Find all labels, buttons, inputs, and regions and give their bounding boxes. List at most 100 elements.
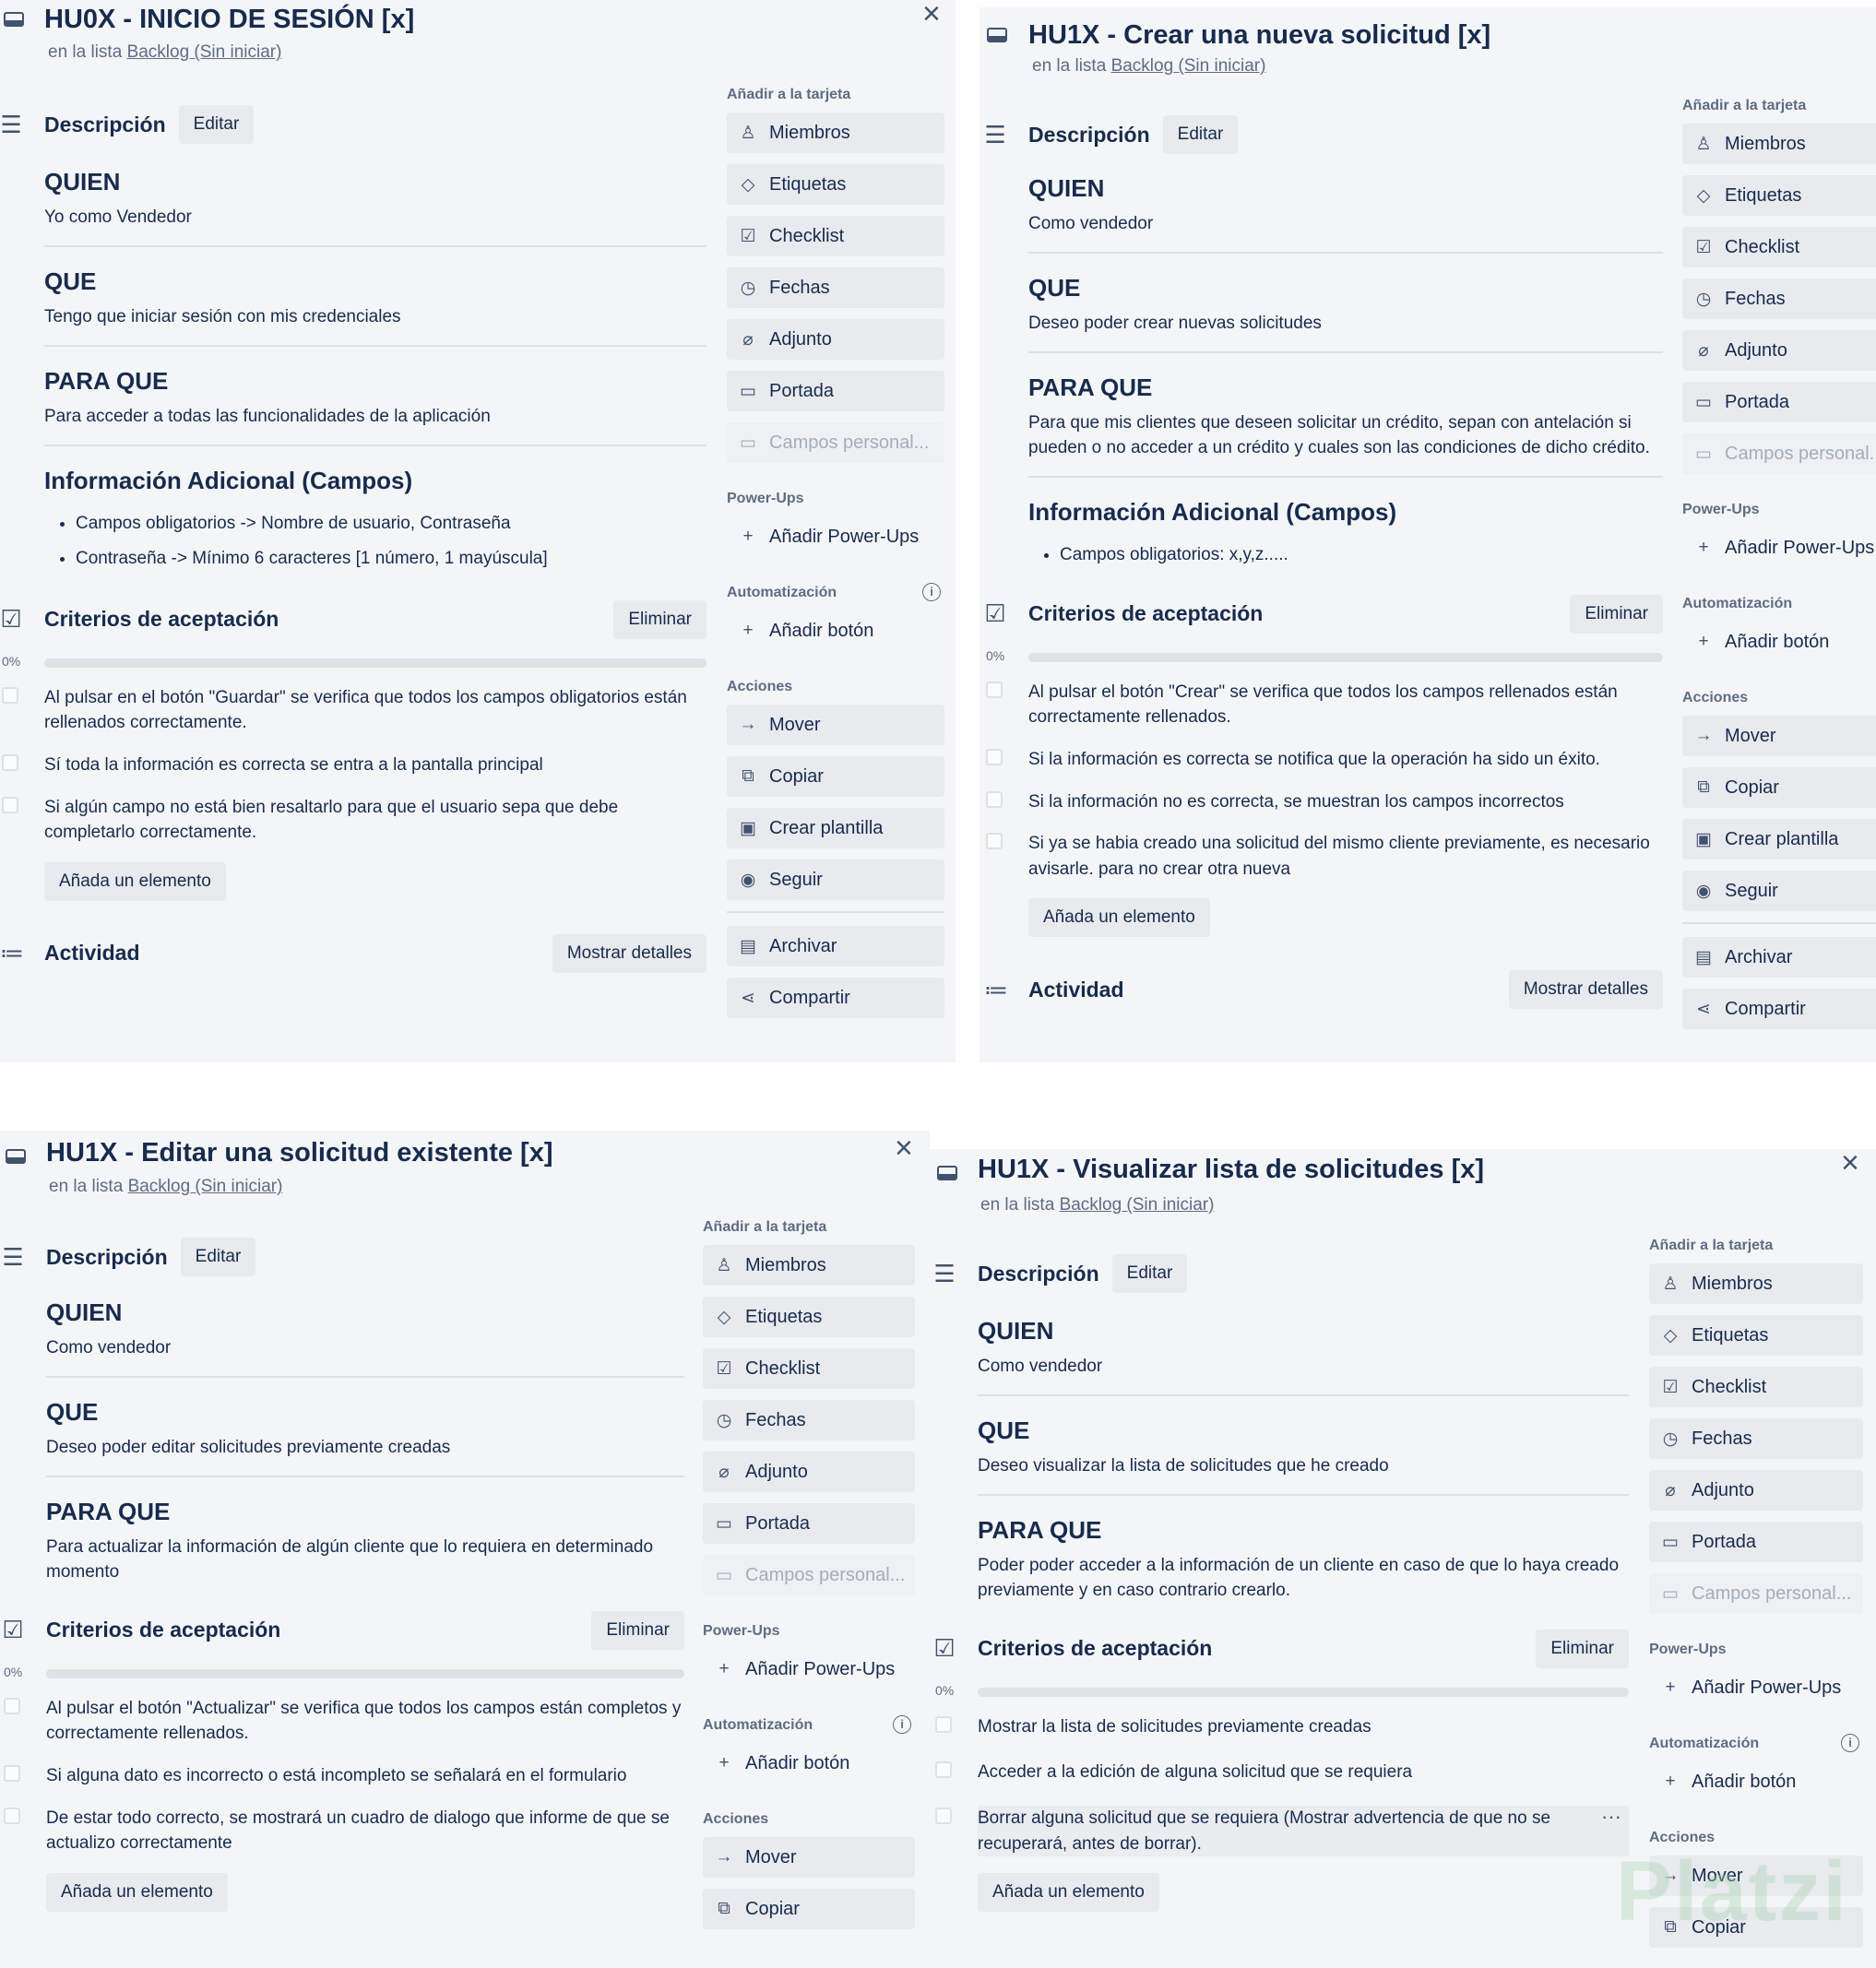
- custom-fields-button[interactable]: ▭ Campos personal...: [703, 1555, 915, 1595]
- card-title[interactable]: HU1X - Editar una solicitud existente [x…: [46, 1138, 553, 1168]
- show-details-button[interactable]: Mostrar detalles: [552, 933, 706, 973]
- copy-button[interactable]: ⧉ Copiar: [727, 756, 944, 797]
- checkbox[interactable]: [4, 1697, 20, 1714]
- info-icon[interactable]: i: [893, 1715, 911, 1734]
- checklist-item-text[interactable]: Al pulsar en el botón "Guardar" se verif…: [44, 688, 687, 733]
- labels-button[interactable]: ◇ Etiquetas: [727, 164, 944, 205]
- checklist-item[interactable]: Al pulsar el botón "Crear" se verifica q…: [986, 680, 1663, 730]
- share-button[interactable]: ⋖ Compartir: [727, 978, 944, 1018]
- attachment-button[interactable]: ⌀ Adjunto: [1649, 1470, 1863, 1511]
- checklist-item[interactable]: Borrar alguna solicitud que se requiera …: [935, 1805, 1629, 1857]
- move-button[interactable]: → Mover: [1682, 716, 1876, 756]
- cover-button[interactable]: ▭ Portada: [703, 1503, 915, 1544]
- cover-button[interactable]: ▭ Portada: [1649, 1522, 1863, 1562]
- members-button[interactable]: ♙ Miembros: [1649, 1263, 1863, 1304]
- attachment-button[interactable]: ⌀ Adjunto: [1682, 330, 1876, 371]
- delete-button[interactable]: Eliminar: [1536, 1629, 1629, 1668]
- add-powerups-button[interactable]: + Añadir Power-Ups: [703, 1649, 915, 1689]
- checklist-item-text[interactable]: De estar todo correcto, se mostrará un c…: [46, 1808, 670, 1854]
- checkbox[interactable]: [986, 748, 1003, 765]
- labels-button[interactable]: ◇ Etiquetas: [1682, 175, 1876, 216]
- cover-button[interactable]: ▭ Portada: [727, 371, 944, 411]
- info-icon[interactable]: i: [1841, 1734, 1859, 1752]
- checklist-item[interactable]: Si la información es correcta se notific…: [986, 747, 1663, 773]
- add-item-button[interactable]: Añada un elemento: [1028, 898, 1210, 938]
- follow-button[interactable]: ◉ Seguir: [727, 860, 944, 900]
- checkbox[interactable]: [935, 1715, 952, 1733]
- checkbox[interactable]: [2, 796, 18, 813]
- dates-button[interactable]: ◷ Fechas: [1649, 1418, 1863, 1459]
- edit-button[interactable]: Editar: [1162, 115, 1239, 154]
- delete-button[interactable]: Eliminar: [591, 1610, 684, 1650]
- archive-button[interactable]: ▤ Archivar: [1682, 937, 1876, 978]
- checkbox[interactable]: [2, 686, 18, 704]
- checkbox[interactable]: [935, 1761, 952, 1779]
- list-link[interactable]: Backlog (Sin iniciar): [128, 1177, 283, 1196]
- checklist-item-text[interactable]: Si alguna dato es incorrecto o está inco…: [46, 1766, 626, 1785]
- checkbox[interactable]: [4, 1807, 20, 1824]
- add-button-button[interactable]: + Añadir botón: [1682, 622, 1876, 662]
- info-icon[interactable]: i: [922, 583, 941, 601]
- checklist-item[interactable]: Si algún campo no está bien resaltarlo p…: [2, 795, 706, 846]
- checklist-item[interactable]: Sí toda la información es correcta se en…: [2, 753, 706, 778]
- members-button[interactable]: ♙ Miembros: [703, 1245, 915, 1286]
- list-link[interactable]: Backlog (Sin iniciar): [127, 42, 282, 62]
- checklist-item-text[interactable]: Borrar alguna solicitud que se requiera …: [978, 1808, 1550, 1854]
- labels-button[interactable]: ◇ Etiquetas: [703, 1297, 915, 1337]
- card-title[interactable]: HU0X - INICIO DE SESIÓN [x]: [44, 5, 414, 35]
- list-link[interactable]: Backlog (Sin iniciar): [1111, 56, 1266, 76]
- edit-button[interactable]: Editar: [178, 105, 255, 144]
- custom-fields-button[interactable]: ▭ Campos personal...: [727, 422, 944, 463]
- checklist-item-text[interactable]: Si la información no es correcta, se mue…: [1028, 792, 1564, 812]
- checklist-item-text[interactable]: Si algún campo no está bien resaltarlo p…: [44, 798, 618, 843]
- delete-button[interactable]: Eliminar: [1570, 594, 1663, 634]
- edit-button[interactable]: Editar: [1111, 1254, 1188, 1293]
- checklist-item[interactable]: Si ya se habia creado una solicitud del …: [986, 831, 1663, 882]
- card-title[interactable]: HU1X - Crear una nueva solicitud [x]: [1028, 20, 1490, 51]
- follow-button[interactable]: ◉ Seguir: [1682, 871, 1876, 911]
- close-icon[interactable]: ×: [1841, 1149, 1859, 1179]
- card-title[interactable]: HU1X - Visualizar lista de solicitudes […: [978, 1155, 1484, 1185]
- checklist-item-text[interactable]: Al pulsar el botón "Actualizar" se verif…: [46, 1699, 681, 1744]
- members-button[interactable]: ♙ Miembros: [727, 113, 944, 153]
- checklist-item-text[interactable]: Acceder a la edición de alguna solicitud…: [978, 1762, 1412, 1782]
- attachment-button[interactable]: ⌀ Adjunto: [727, 319, 944, 360]
- add-powerups-button[interactable]: + Añadir Power-Ups: [1649, 1667, 1863, 1708]
- checklist-item-text[interactable]: Sí toda la información es correcta se en…: [44, 755, 543, 775]
- checklist-button[interactable]: ☑ Checklist: [1682, 227, 1876, 267]
- close-icon[interactable]: ×: [895, 1132, 913, 1164]
- custom-fields-button[interactable]: ▭ Campos personal...: [1649, 1573, 1863, 1614]
- add-button-button[interactable]: + Añadir botón: [703, 1743, 915, 1784]
- move-button[interactable]: → Mover: [703, 1837, 915, 1878]
- checklist-item[interactable]: Al pulsar el botón "Actualizar" se verif…: [4, 1696, 684, 1747]
- custom-fields-button[interactable]: ▭ Campos personal...: [1682, 433, 1876, 474]
- checklist-item[interactable]: Si la información no es correcta, se mue…: [986, 789, 1663, 815]
- show-details-button[interactable]: Mostrar detalles: [1508, 970, 1663, 1010]
- checklist-item-text[interactable]: Si la información es correcta se notific…: [1028, 750, 1600, 769]
- close-icon[interactable]: ×: [922, 0, 941, 30]
- checkbox[interactable]: [986, 833, 1003, 850]
- checklist-item[interactable]: Si alguna dato es incorrecto o está inco…: [4, 1763, 684, 1789]
- template-button[interactable]: ▣ Crear plantilla: [1682, 819, 1876, 860]
- list-link[interactable]: Backlog (Sin iniciar): [1060, 1195, 1215, 1215]
- checklist-item[interactable]: Mostrar la lista de solicitudes previame…: [935, 1714, 1629, 1740]
- delete-button[interactable]: Eliminar: [613, 599, 706, 639]
- checkbox[interactable]: [4, 1764, 20, 1782]
- checklist-button[interactable]: ☑ Checklist: [703, 1348, 915, 1389]
- dates-button[interactable]: ◷ Fechas: [1682, 279, 1876, 319]
- add-item-button[interactable]: Añada un elemento: [978, 1873, 1159, 1913]
- checkbox[interactable]: [986, 681, 1003, 698]
- labels-button[interactable]: ◇ Etiquetas: [1649, 1315, 1863, 1356]
- share-button[interactable]: ⋖ Compartir: [1682, 989, 1876, 1029]
- cover-button[interactable]: ▭ Portada: [1682, 382, 1876, 422]
- dates-button[interactable]: ◷ Fechas: [703, 1400, 915, 1440]
- add-item-button[interactable]: Añada un elemento: [44, 861, 226, 901]
- add-powerups-button[interactable]: + Añadir Power-Ups: [1682, 528, 1876, 568]
- add-powerups-button[interactable]: + Añadir Power-Ups: [727, 516, 944, 557]
- checklist-item[interactable]: Acceder a la edición de alguna solicitud…: [935, 1760, 1629, 1785]
- checklist-item-text[interactable]: Mostrar la lista de solicitudes previame…: [978, 1717, 1371, 1737]
- checkbox[interactable]: [2, 754, 18, 771]
- edit-button[interactable]: Editar: [180, 1238, 256, 1276]
- template-button[interactable]: ▣ Crear plantilla: [727, 808, 944, 848]
- checklist-item[interactable]: Al pulsar en el botón "Guardar" se verif…: [2, 685, 706, 736]
